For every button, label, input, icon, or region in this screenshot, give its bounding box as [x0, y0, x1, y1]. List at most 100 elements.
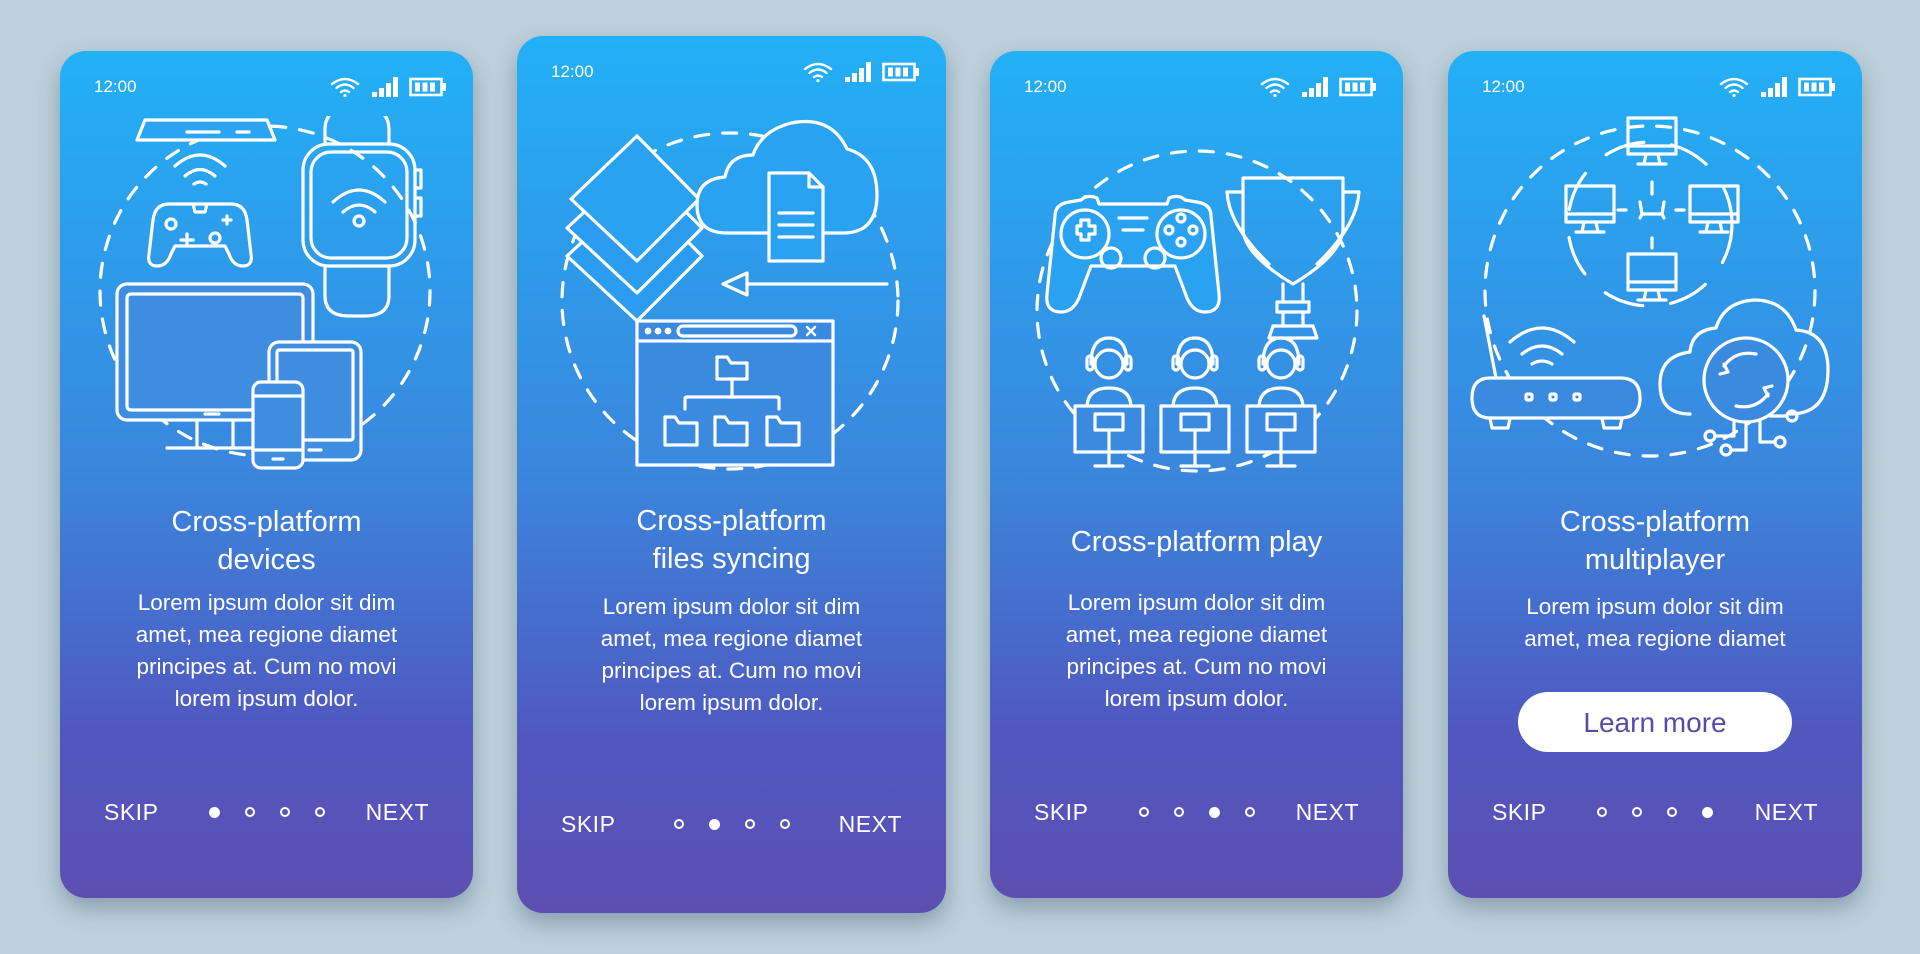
onboarding-screen-multiplayer: 12:00 Cross-platform multiplayer Lorem i…: [1448, 51, 1862, 898]
status-time: 12:00: [94, 77, 137, 96]
learn-more-button[interactable]: Learn more: [1518, 692, 1792, 752]
signal-icon: [1761, 77, 1787, 97]
onboarding-nav: SKIP NEXT: [990, 799, 1403, 829]
signal-icon: [845, 62, 871, 82]
skip-button[interactable]: SKIP: [561, 811, 615, 838]
arrow-left-icon: [720, 271, 889, 297]
page-dot[interactable]: [673, 819, 684, 829]
status-bar: 12:00: [1024, 75, 1377, 99]
smartwatch-icon: [300, 116, 423, 318]
files-syncing-illustration: [517, 101, 946, 501]
signal-icon: [372, 77, 398, 97]
next-button[interactable]: NEXT: [366, 799, 429, 826]
page-dot[interactable]: [744, 819, 755, 829]
cloud-document-icon: [694, 119, 879, 263]
skip-button[interactable]: SKIP: [1492, 799, 1546, 826]
page-indicator: [1597, 807, 1713, 818]
title-line: Cross-platform: [171, 506, 362, 538]
desc-line: Lorem ipsum dolor sit dim: [137, 590, 396, 615]
page-indicator: [1138, 807, 1255, 818]
desc-line: Lorem ipsum dolor sit dim: [1067, 590, 1326, 615]
status-bar: 12:00: [1482, 75, 1836, 99]
onboarding-screen-play: 12:00 Cross-platform play Lorem ipsum do…: [990, 51, 1403, 898]
cloud-sync-icon: [1658, 298, 1830, 457]
onboarding-nav: SKIP NEXT: [1448, 799, 1862, 829]
page-dot-active[interactable]: [708, 819, 720, 830]
page-dot-active[interactable]: [208, 807, 220, 818]
wifi-icon: [803, 62, 833, 83]
next-button[interactable]: NEXT: [1296, 799, 1359, 826]
page-dot[interactable]: [244, 807, 255, 817]
wifi-icon: [1260, 77, 1290, 98]
page-dot-active[interactable]: [1702, 807, 1713, 818]
desc-line: amet, mea regione diamet: [600, 626, 863, 651]
screen-title: Cross-platform play: [1000, 523, 1393, 561]
desc-line: principes at. Cum no movi: [1066, 654, 1327, 679]
title-line: Cross-platform play: [1070, 526, 1323, 558]
page-dot[interactable]: [1244, 807, 1255, 817]
wifi-icon: [1719, 77, 1749, 98]
desc-line: Lorem ipsum dolor sit dim: [1526, 594, 1784, 619]
screen-title: Cross-platform devices: [70, 503, 463, 579]
gamers-at-computers-icon: [1072, 336, 1317, 468]
game-console-icon: [134, 118, 277, 142]
cross-platform-play-illustration: [990, 116, 1403, 516]
screen-description: Lorem ipsum dolor sit dim amet, mea regi…: [1000, 587, 1393, 715]
screen-description: Lorem ipsum dolor sit dim amet, mea regi…: [1458, 591, 1852, 655]
page-indicator: [673, 819, 790, 830]
page-dot[interactable]: [279, 807, 290, 817]
title-line: Cross-platform: [636, 505, 827, 537]
battery-icon: [409, 77, 446, 97]
desc-line: Lorem ipsum dolor sit dim: [602, 594, 861, 619]
page-dot[interactable]: [1667, 807, 1677, 817]
page-dot[interactable]: [314, 807, 325, 817]
page-dot[interactable]: [1632, 807, 1642, 817]
screen-description: Lorem ipsum dolor sit dim amet, mea regi…: [527, 591, 936, 719]
battery-icon: [882, 62, 919, 82]
next-button[interactable]: NEXT: [839, 811, 902, 838]
gamepad-icon: [146, 202, 253, 268]
signal-icon: [1302, 77, 1328, 97]
page-dot[interactable]: [1138, 807, 1149, 817]
skip-button[interactable]: SKIP: [1034, 799, 1088, 826]
screen-title: Cross-platform multiplayer: [1458, 503, 1852, 579]
desc-line: amet, mea regione diamet: [135, 622, 398, 647]
status-time: 12:00: [551, 62, 594, 81]
page-dot[interactable]: [779, 819, 790, 829]
page-dot[interactable]: [1597, 807, 1607, 817]
title-line: multiplayer: [1584, 544, 1726, 576]
desc-line: principes at. Cum no movi: [601, 658, 862, 683]
gamepad-icon: [1044, 194, 1221, 314]
next-button[interactable]: NEXT: [1755, 799, 1818, 826]
title-line: files syncing: [652, 543, 811, 575]
onboarding-screen-devices: 12:00 Cross-platform devices Lorem ipsum…: [60, 51, 473, 898]
wifi-icon: [172, 153, 227, 186]
page-dot[interactable]: [1173, 807, 1184, 817]
skip-button[interactable]: SKIP: [104, 799, 158, 826]
status-time: 12:00: [1024, 77, 1067, 96]
router-icon: [1470, 314, 1642, 430]
title-line: devices: [217, 544, 316, 576]
computer-network-icon: [1564, 116, 1740, 308]
status-bar: 12:00: [94, 75, 447, 99]
wifi-icon: [330, 77, 360, 98]
onboarding-screen-files-syncing: 12:00 Cross-platform files syncing Lorem…: [517, 36, 946, 913]
desc-line: amet, mea regione diamet: [1524, 626, 1786, 651]
onboarding-nav: SKIP NEXT: [60, 799, 473, 829]
desc-line: lorem ipsum dolor.: [174, 686, 359, 711]
battery-icon: [1339, 77, 1376, 97]
status-time: 12:00: [1482, 77, 1525, 96]
screen-title: Cross-platform files syncing: [527, 502, 936, 578]
page-indicator: [208, 807, 325, 818]
title-line: Cross-platform: [1559, 506, 1751, 538]
desc-line: amet, mea regione diamet: [1065, 622, 1328, 647]
multiplayer-network-illustration: [1448, 116, 1862, 516]
onboarding-nav: SKIP NEXT: [517, 811, 946, 841]
page-dot-active[interactable]: [1208, 807, 1220, 818]
screen-description: Lorem ipsum dolor sit dim amet, mea regi…: [70, 587, 463, 715]
battery-icon: [1798, 77, 1835, 97]
cross-platform-devices-illustration: [60, 116, 473, 516]
browser-folder-tree-icon: [634, 319, 835, 467]
smartphone-icon: [250, 380, 305, 470]
layers-icon: [564, 134, 704, 323]
